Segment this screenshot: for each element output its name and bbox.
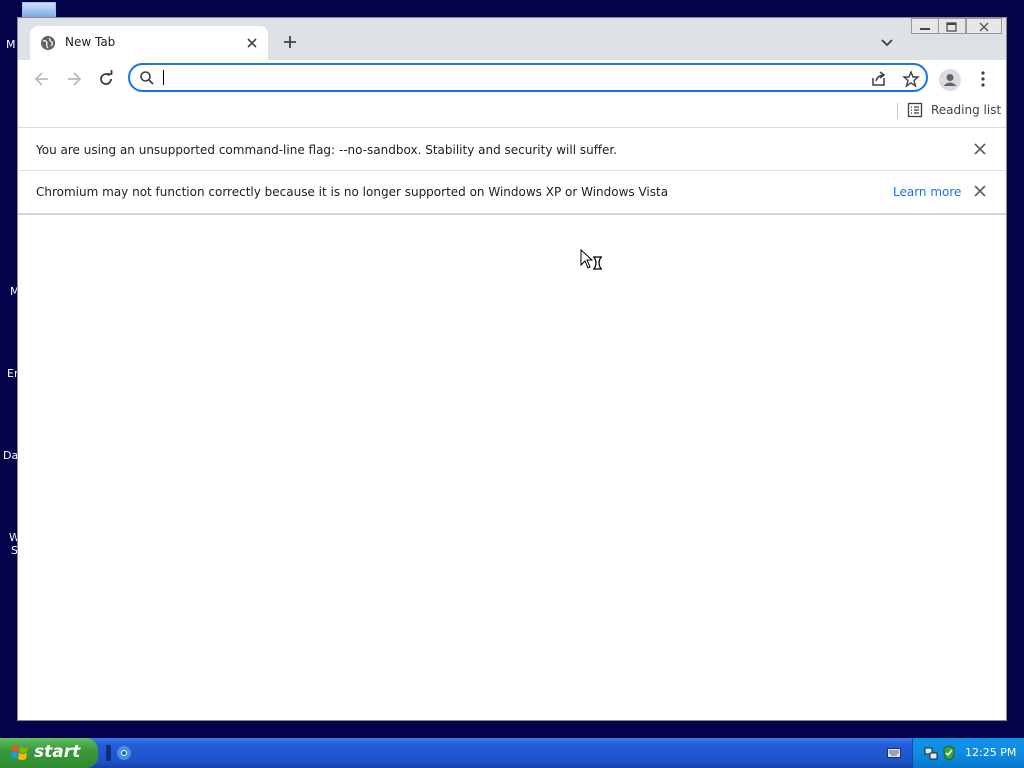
forward-arrow-icon bbox=[68, 72, 82, 86]
search-icon bbox=[140, 71, 154, 85]
restore-icon bbox=[946, 22, 957, 32]
tab-strip: New Tab bbox=[18, 18, 1006, 60]
back-button[interactable] bbox=[32, 69, 52, 89]
globe-icon bbox=[41, 36, 55, 50]
chromium-icon bbox=[117, 746, 131, 760]
security-shield-icon[interactable] bbox=[941, 745, 957, 761]
reading-list-button[interactable]: Reading list bbox=[931, 103, 1001, 117]
close-icon bbox=[247, 38, 257, 48]
infobar-message: Chromium may not function correctly beca… bbox=[36, 185, 669, 199]
kebab-menu-icon bbox=[981, 71, 985, 87]
desktop-icon-label: Da bbox=[3, 449, 19, 462]
windows-logo-icon bbox=[11, 746, 28, 760]
taskbar: start 12:25 PM bbox=[0, 738, 1024, 768]
browser-window: New Tab Reading list You are using an un… bbox=[17, 17, 1007, 721]
toolbar bbox=[18, 60, 1006, 98]
grip-icon bbox=[106, 745, 111, 761]
infobar-message: You are using an unsupported command-lin… bbox=[36, 143, 618, 157]
reload-icon bbox=[100, 70, 113, 85]
address-bar[interactable] bbox=[128, 63, 928, 92]
bookmarks-bar: Reading list bbox=[18, 98, 1006, 128]
new-tab-button[interactable] bbox=[280, 32, 300, 52]
network-icon[interactable] bbox=[923, 745, 939, 761]
learn-more-link[interactable]: Learn more bbox=[893, 185, 961, 199]
tab-new-tab[interactable]: New Tab bbox=[30, 26, 268, 60]
minimize-icon bbox=[920, 28, 930, 30]
reading-list-icon[interactable] bbox=[907, 102, 923, 118]
menu-button[interactable] bbox=[976, 69, 990, 89]
tab-search-button[interactable] bbox=[878, 34, 896, 52]
system-tray: 12:25 PM bbox=[912, 738, 1024, 768]
close-icon[interactable] bbox=[973, 184, 987, 198]
start-label: start bbox=[34, 742, 81, 762]
chromium-taskbar-button[interactable] bbox=[116, 744, 132, 762]
forward-button[interactable] bbox=[64, 69, 84, 89]
infobar-no-sandbox: You are using an unsupported command-lin… bbox=[18, 129, 1006, 171]
busy-cursor-icon bbox=[580, 249, 602, 270]
page-content[interactable] bbox=[18, 214, 1006, 720]
quick-launch-handle[interactable] bbox=[104, 744, 114, 762]
chevron-down-icon bbox=[881, 39, 893, 47]
tab-title: New Tab bbox=[65, 35, 116, 49]
share-icon[interactable] bbox=[870, 70, 888, 88]
separator bbox=[897, 103, 898, 119]
bookmark-star-icon[interactable] bbox=[902, 70, 920, 88]
tab-close-button[interactable] bbox=[244, 35, 260, 51]
minimize-button[interactable] bbox=[911, 18, 939, 34]
omnibox-input[interactable] bbox=[162, 68, 852, 87]
plus-icon bbox=[284, 36, 296, 48]
profile-button[interactable] bbox=[939, 69, 961, 91]
text-caret bbox=[163, 70, 164, 85]
close-icon bbox=[979, 22, 989, 32]
keyboard-icon[interactable] bbox=[887, 748, 901, 758]
infobar-unsupported-os: Chromium may not function correctly beca… bbox=[18, 171, 1006, 214]
reload-button[interactable] bbox=[96, 69, 116, 89]
start-button[interactable]: start bbox=[0, 738, 98, 768]
avatar-icon bbox=[943, 74, 957, 86]
maximize-button[interactable] bbox=[938, 18, 966, 34]
back-arrow-icon bbox=[34, 72, 48, 86]
clock: 12:25 PM bbox=[965, 746, 1017, 759]
close-window-button[interactable] bbox=[966, 18, 1002, 34]
desktop-icon-label: M bbox=[6, 38, 16, 51]
close-icon[interactable] bbox=[973, 142, 987, 156]
